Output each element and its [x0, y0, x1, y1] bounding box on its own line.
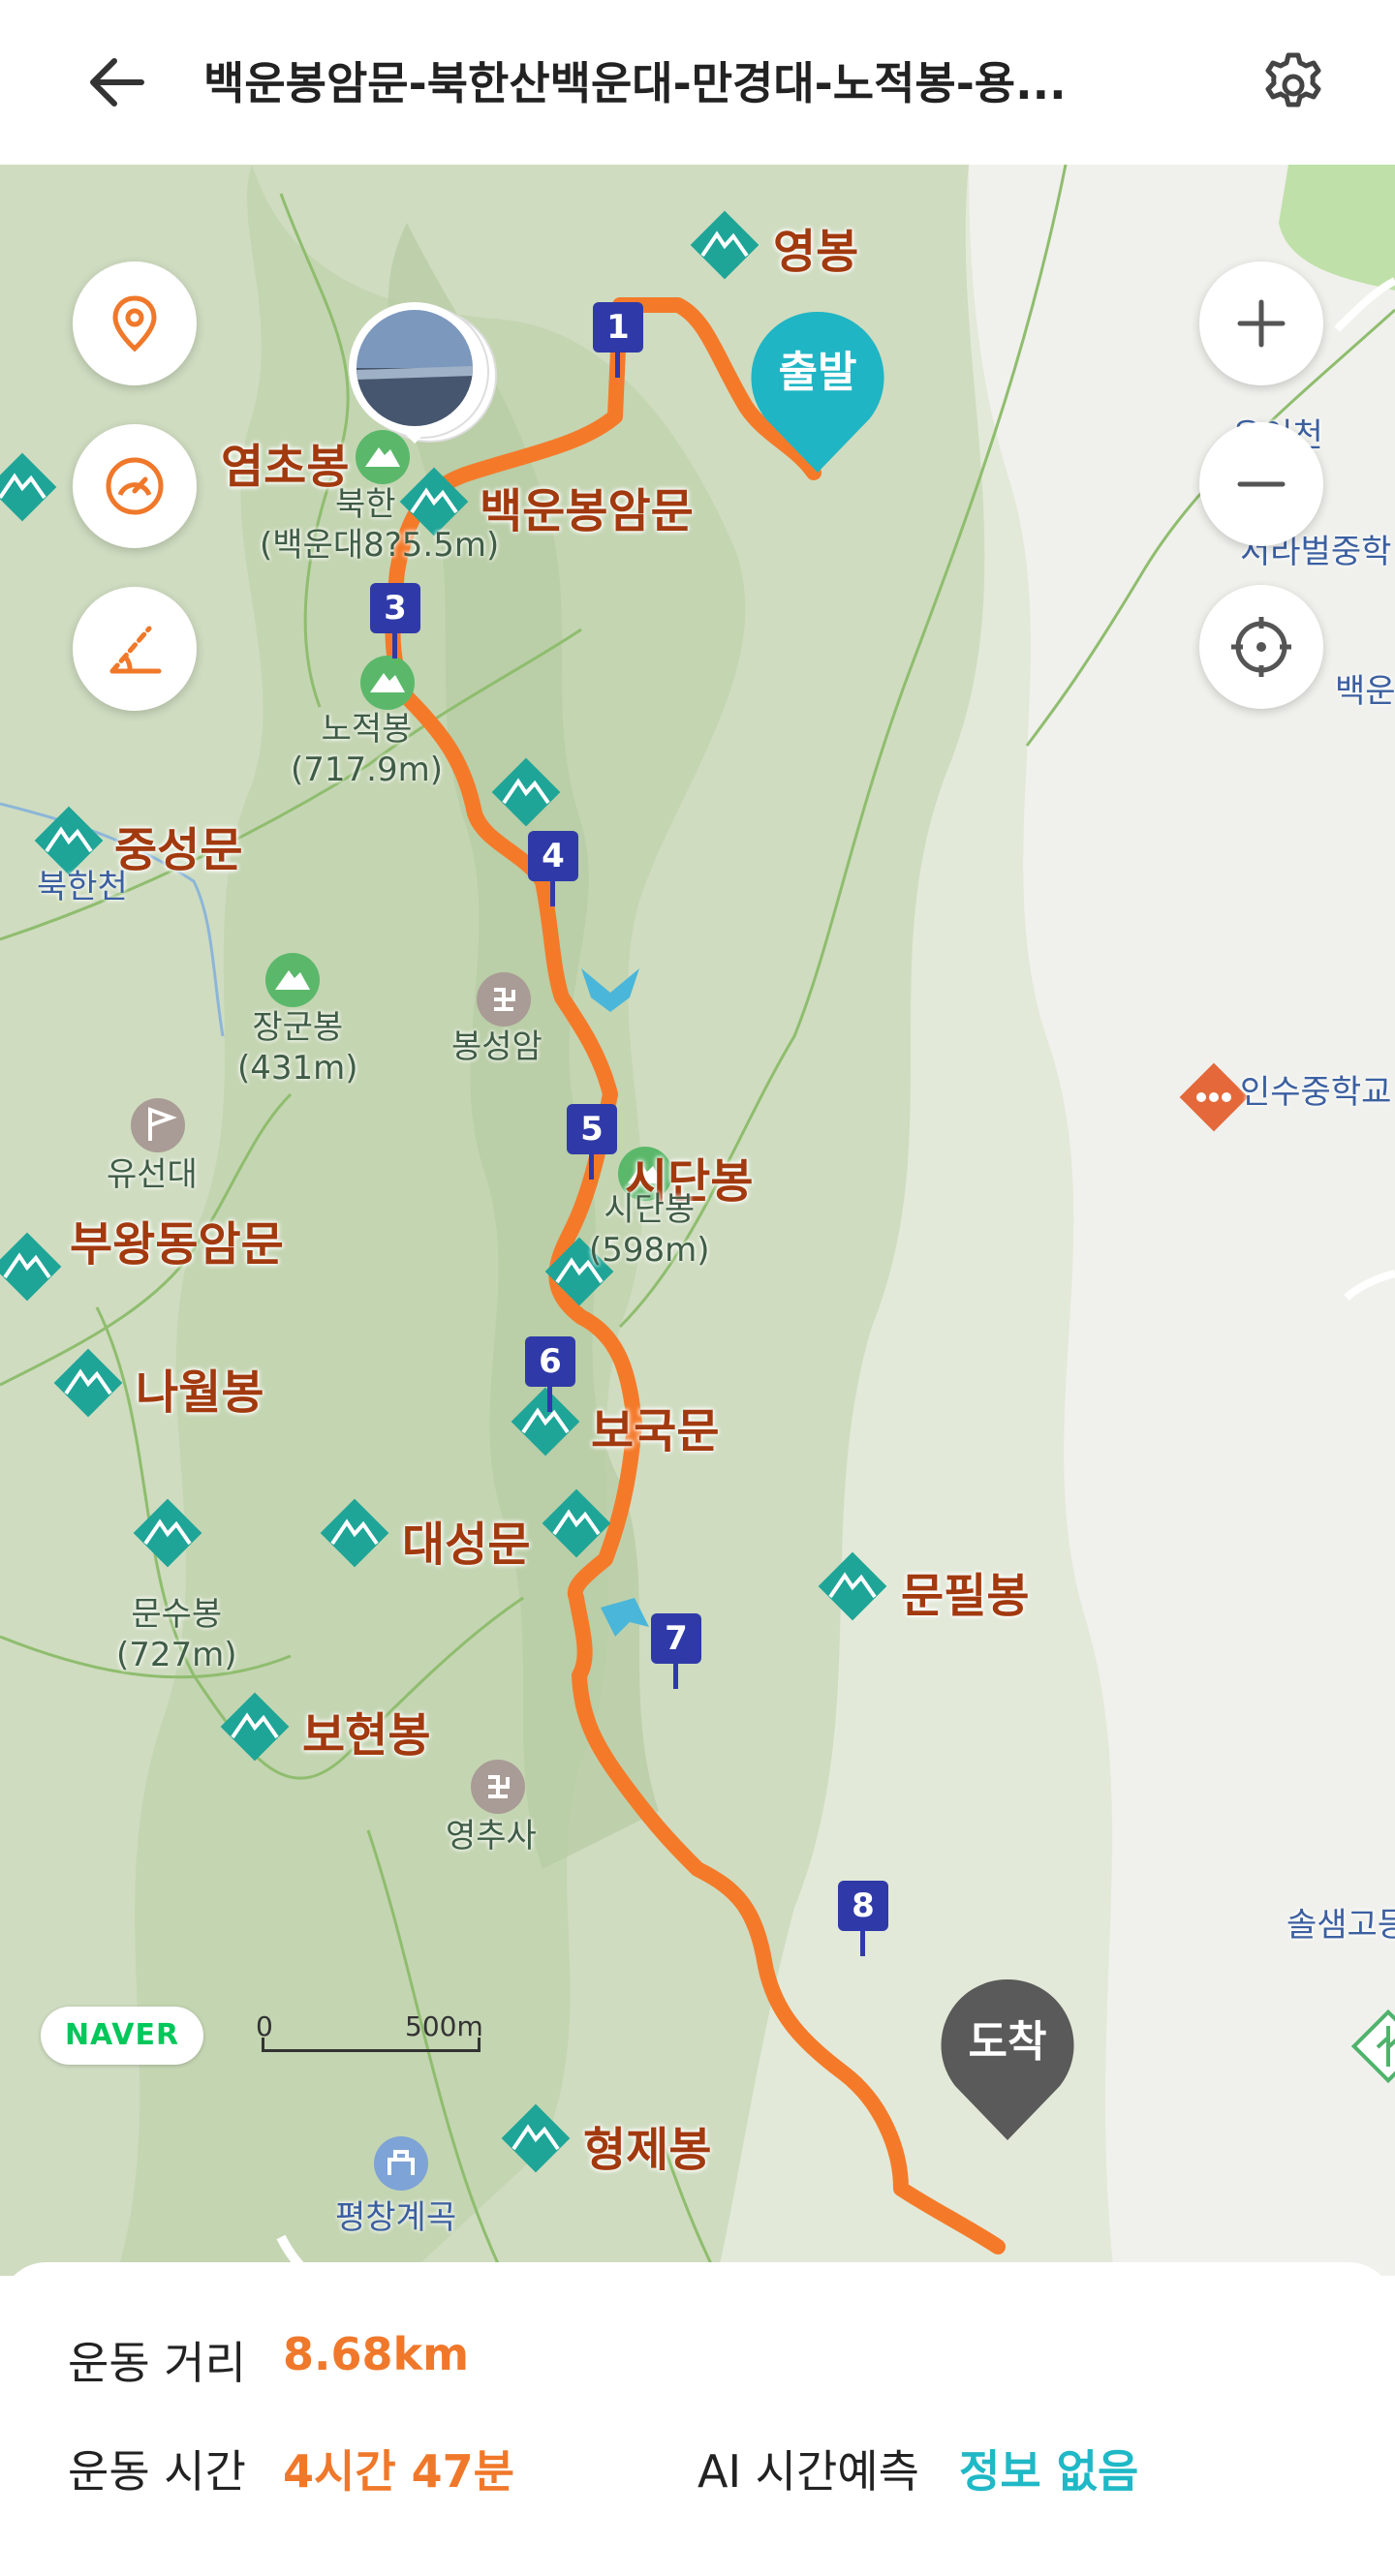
peak-marker-icon[interactable]: [313, 1491, 396, 1575]
peak-marker-icon[interactable]: [46, 1341, 130, 1425]
peak-label: 부왕동암문: [70, 1217, 284, 1272]
map-view[interactable]: 영봉 염초봉 백운봉암문 중성문 시단봉 부왕동암문 나월봉 보국문 대성문 문…: [0, 165, 1395, 2276]
waypoint-marker[interactable]: 1: [593, 302, 643, 378]
waypoint-marker[interactable]: 3: [370, 583, 420, 659]
location-pin-icon: [112, 295, 157, 353]
peak-marker-icon[interactable]: [811, 1545, 894, 1628]
peak-marker-icon[interactable]: [1347, 2005, 1395, 2088]
zoom-in-button[interactable]: [1199, 261, 1323, 385]
map-scale: 0 500m: [254, 2010, 486, 2065]
slope-icon: [109, 626, 162, 674]
peak-label: 중성문: [114, 823, 243, 877]
plus-icon: [1237, 299, 1286, 348]
summit-label: 노적봉 (717.9m): [291, 709, 443, 790]
summit-name: 시단봉: [604, 1190, 696, 1229]
time-label: 운동 시간: [68, 2445, 246, 2498]
peak-marker-icon[interactable]: [213, 1685, 296, 1768]
peak-marker-icon[interactable]: [0, 445, 64, 529]
summit-label: 시단봉 (598m): [589, 1189, 710, 1271]
peak-label: 보국문: [591, 1404, 720, 1458]
flag-icon[interactable]: [129, 1096, 187, 1154]
summit-name: 장군봉: [252, 1008, 344, 1047]
peak-marker-icon[interactable]: [504, 1380, 587, 1463]
back-button[interactable]: [78, 44, 155, 121]
summit-icon[interactable]: [358, 654, 417, 712]
place-label: 백운: [1335, 672, 1395, 711]
summit-label: 북한 (백운대8?5.5m): [260, 484, 499, 566]
peak-marker-icon[interactable]: [535, 1482, 618, 1565]
peak-label: 문필봉: [901, 1569, 1030, 1623]
slope-button[interactable]: [73, 587, 197, 711]
waypoint-marker[interactable]: 7: [651, 1613, 701, 1689]
waypoint-marker[interactable]: 5: [567, 1104, 617, 1180]
temple-icon[interactable]: [475, 970, 533, 1028]
start-marker[interactable]: 출발: [748, 310, 887, 488]
peak-label: 백운봉암문: [480, 484, 694, 538]
peak-marker-icon[interactable]: [0, 1225, 69, 1308]
scale-bar: [262, 2049, 480, 2052]
top-app-bar: 백운봉암문-북한산백운대-만경대-노적봉-용...: [0, 0, 1395, 165]
school-label: 인수중학교: [1240, 1073, 1392, 1112]
peak-marker-icon[interactable]: [683, 203, 766, 287]
summit-label: 문수봉 (727m): [116, 1594, 237, 1675]
peak-label: 나월봉: [136, 1365, 264, 1420]
summit-height: (727m): [116, 1636, 237, 1674]
pavilion-icon[interactable]: [372, 2134, 430, 2193]
summit-height: (431m): [237, 1049, 358, 1088]
scale-tick: [478, 2038, 480, 2051]
my-location-button[interactable]: [1199, 585, 1323, 709]
arrow-left-icon: [90, 58, 144, 107]
temple-icon[interactable]: [469, 1758, 527, 1816]
waypoint-marker[interactable]: 6: [525, 1336, 575, 1412]
scale-tick: [262, 2038, 264, 2051]
page-title: 백운봉암문-북한산백운대-만경대-노적봉-용...: [203, 57, 1067, 109]
summit-height: (717.9m): [291, 751, 443, 789]
ai-prediction-label: AI 시간예측: [698, 2445, 919, 2498]
temple-label: 봉성암: [451, 1027, 542, 1066]
peak-label: 형제봉: [583, 2123, 712, 2177]
summit-name: 북한: [335, 485, 396, 524]
crosshair-icon: [1231, 617, 1291, 677]
school-label: 솔샘고등: [1286, 1906, 1395, 1945]
waypoint-marker[interactable]: 4: [528, 831, 578, 906]
peak-label: 보현봉: [302, 1708, 431, 1763]
zoom-out-button[interactable]: [1199, 422, 1323, 546]
summit-name: 문수봉: [131, 1595, 223, 1634]
minus-icon: [1237, 481, 1286, 487]
summit-name: 노적봉: [321, 710, 413, 749]
start-label: 출발: [778, 348, 857, 397]
scale-distance-label: 500m: [405, 2010, 483, 2042]
distance-value: 8.68km: [283, 2328, 470, 2380]
stats-panel: 운동 거리 8.68km 운동 시간 4시간 47분 AI 시간예측 정보 없음: [0, 2262, 1395, 2576]
gear-icon: [1265, 52, 1321, 107]
stream-label: 북한천: [37, 868, 128, 906]
summit-height: (598m): [589, 1231, 710, 1270]
pace-button[interactable]: [73, 424, 197, 548]
end-marker[interactable]: 도착: [938, 1978, 1077, 2156]
peak-marker-icon[interactable]: [494, 2097, 577, 2180]
location-filter-button[interactable]: [73, 261, 197, 385]
peak-label: 영봉: [773, 225, 859, 279]
valley-label: 평창계곡: [335, 2198, 457, 2237]
temple-label: 영추사: [446, 1817, 537, 1855]
photo-thumbnail[interactable]: [337, 298, 502, 463]
naver-logo: NAVER: [41, 2007, 203, 2065]
settings-button[interactable]: [1255, 44, 1332, 121]
distance-label: 운동 거리: [68, 2337, 246, 2389]
peak-marker-icon[interactable]: [484, 751, 568, 834]
end-label: 도착: [968, 2017, 1047, 2067]
summit-height: (백운대8?5.5m): [260, 526, 500, 565]
summit-label: 장군봉 (431m): [237, 1007, 358, 1089]
peak-label: 대성문: [402, 1518, 531, 1572]
speedometer-icon: [106, 457, 164, 515]
time-value: 4시간 47분: [283, 2445, 514, 2498]
place-label: 유선대: [107, 1155, 198, 1194]
peak-marker-icon[interactable]: [126, 1491, 209, 1575]
waypoint-marker[interactable]: 8: [838, 1881, 888, 1956]
summit-icon[interactable]: [264, 951, 322, 1009]
ai-prediction-value: 정보 없음: [959, 2445, 1139, 2498]
